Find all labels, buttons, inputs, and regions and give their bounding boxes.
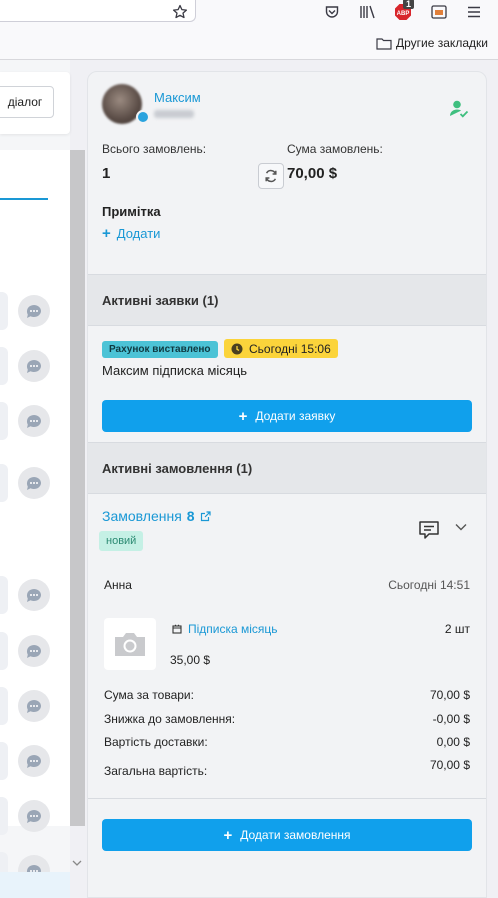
product-link[interactable]: Підписка місяць [172,622,278,636]
active-orders-header: Активні замовлення (1) [88,442,486,494]
order-time: Сьогодні 14:51 [388,578,470,592]
product-qty: 2 шт [444,622,470,636]
order-manager: Анна [104,578,132,592]
request-status-badge: Рахунок виставлено [102,341,218,358]
summary-delivery-value: 0,00 $ [436,735,470,749]
chat-row-stub[interactable] [0,687,8,725]
request-title[interactable]: Максим підписка місяць [102,363,247,378]
summary-goods-label: Сума за товари: [104,688,194,702]
abp-label: ABP [397,11,410,17]
add-note-label: Додати [116,226,161,241]
scroll-down-icon[interactable] [72,856,82,870]
customer-name[interactable]: Максим [154,90,201,105]
external-link-icon [200,510,211,522]
folder-icon [376,37,392,50]
chat-row-stub[interactable] [0,576,8,614]
add-order-label: Додати замовлення [240,828,351,842]
tab-underline [0,198,48,200]
chat-bubble-icon[interactable] [18,745,50,777]
telegram-icon [136,110,150,124]
camera-icon [112,630,148,658]
divider [88,798,486,799]
chat-row-stub[interactable] [0,632,8,670]
add-request-button[interactable]: + Додати заявку [102,400,472,432]
order-number: 8 [186,508,195,524]
plus-icon: + [223,826,233,844]
star-icon[interactable] [170,2,190,22]
chat-bubble-icon[interactable] [18,467,50,499]
chat-bubble-icon[interactable] [18,579,50,611]
abp-counter-badge: 1 [403,0,415,9]
chat-row-stub[interactable] [0,292,8,330]
order-status-badge[interactable]: новий [99,531,144,551]
browser-toolbar: ABP 1 Другие закладки [0,0,498,60]
orders-sum-value: 70,00 $ [287,165,338,182]
chat-bubble-icon[interactable] [18,350,50,382]
product-name: Підписка місяць [188,622,278,636]
chat-row-stub[interactable] [0,402,8,440]
chat-row-stub[interactable] [0,347,8,385]
url-bar[interactable] [0,0,196,22]
request-time-label: Сьогодні 15:06 [249,341,331,356]
summary-goods-value: 70,00 $ [429,688,470,702]
bookmarks-folder-label: Другие закладки [396,36,488,50]
clock-icon [231,343,243,355]
summary-discount-value: -0,00 $ [432,712,470,726]
request-time-badge: Сьогодні 15:06 [224,339,338,358]
summary-total-label: Загальна вартість: [104,764,208,778]
chat-row-stub[interactable] [0,742,8,780]
orders-sum-label: Сума замовлень: [287,142,383,156]
order-link[interactable]: Замовлення 8 [102,508,211,524]
order-label: Замовлення [102,508,182,524]
chat-row-stub[interactable] [0,464,8,502]
chat-bubble-icon[interactable] [18,690,50,722]
refresh-button[interactable] [258,163,284,189]
chat-bubble-icon[interactable] [18,295,50,327]
bookmarks-folder[interactable]: Другие закладки [376,36,488,50]
chat-row-stub[interactable] [0,797,8,835]
add-note-button[interactable]: + Додати [102,226,160,241]
active-requests-header: Активні заявки (1) [88,274,486,326]
product-icon [172,624,182,634]
customer-username-blurred [154,110,194,118]
product-image [104,618,156,670]
add-request-label: Додати заявку [255,409,336,423]
dialog-card: діалог [0,72,70,134]
summary-delivery-label: Вартість доставки: [104,735,208,749]
total-orders-value: 1 [102,165,111,182]
user-verified-icon[interactable] [448,98,470,120]
chat-list-selected-row[interactable] [0,872,70,898]
customer-panel: Максим Всього замовлень: 1 Сума замовлен… [87,71,487,898]
chat-bubble-icon[interactable] [18,800,50,832]
plus-icon: + [102,225,111,242]
pocket-icon[interactable] [322,2,342,22]
new-dialog-button[interactable]: діалог [0,86,54,118]
chat-bubble-icon[interactable] [18,635,50,667]
menu-icon[interactable] [464,2,484,22]
plus-icon: + [238,407,248,425]
summary-total-value: 70,00 $ [429,758,470,772]
summary-discount-label: Знижка до замовлення: [104,712,236,726]
chat-bubble-icon[interactable] [18,405,50,437]
library-icon[interactable] [358,2,378,22]
note-title: Примітка [102,204,161,219]
comment-icon[interactable] [418,520,440,540]
total-orders-label: Всього замовлень: [102,142,207,156]
add-order-button[interactable]: + Додати замовлення [102,819,472,851]
scrollbar-thumb[interactable] [70,150,85,826]
chevron-down-icon[interactable] [454,520,468,534]
refresh-icon [264,169,278,183]
product-price: 35,00 $ [170,653,211,667]
screenshot-icon[interactable] [429,2,449,22]
